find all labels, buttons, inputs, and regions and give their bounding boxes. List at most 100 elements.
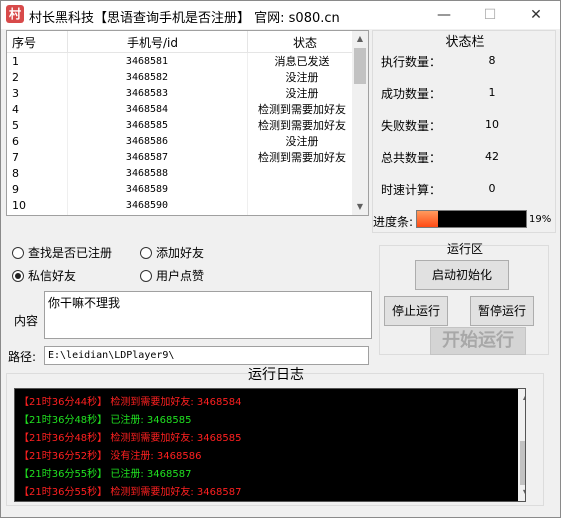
log-scrollbar[interactable]: ▲ ▼ xyxy=(518,389,525,501)
cell-status: 检测到需要加好友 xyxy=(258,119,346,132)
cell-id: 3468587 xyxy=(125,152,169,163)
option-label: 私信好友 xyxy=(28,269,77,283)
window-title: 村长黑科技【思语查询手机是否注册】 官网: s080.cn xyxy=(29,11,340,26)
scroll-thumb[interactable] xyxy=(520,441,525,485)
radio-checked-icon[interactable] xyxy=(12,270,24,282)
cell-status: 检测到需要加好友 xyxy=(258,151,346,164)
cell-id: 3468581 xyxy=(125,56,169,67)
stop-button[interactable]: 停止运行 xyxy=(384,296,448,326)
failure-count-label: 失败数量： xyxy=(381,119,442,133)
table-row[interactable]: 5 3468585 检测到需要加好友 xyxy=(7,118,353,134)
speed-label: 时速计算： xyxy=(381,183,442,197)
option-label: 添加好友 xyxy=(156,246,205,260)
table-row[interactable]: 10 3468590 xyxy=(7,198,353,214)
progress-fill xyxy=(417,211,438,227)
success-count-value: 1 xyxy=(488,86,496,99)
scroll-thumb[interactable] xyxy=(354,48,366,84)
cell-index: 5 xyxy=(12,119,19,132)
log-line: 【21时36分48秒】 已注册: 3468585 xyxy=(19,415,192,426)
executed-count-label: 执行数量： xyxy=(381,55,442,69)
cell-index: 6 xyxy=(12,135,19,148)
scroll-up-icon[interactable]: ▲ xyxy=(352,31,368,47)
cell-index: 2 xyxy=(12,71,19,84)
cell-index: 9 xyxy=(12,183,19,196)
maximize-button[interactable]: ☐ xyxy=(467,1,513,29)
log-line: 【21时36分55秒】 已注册: 3468587 xyxy=(19,469,192,480)
pause-button[interactable]: 暂停运行 xyxy=(470,296,534,326)
close-button[interactable]: ✕ xyxy=(513,1,559,29)
table-scrollbar[interactable]: ▲ ▼ xyxy=(352,31,368,215)
option-label: 用户点赞 xyxy=(156,269,205,283)
progress-bar xyxy=(416,210,527,228)
table-header: 序号 手机号/id 状态 xyxy=(7,31,353,53)
log-line: 【21时36分44秒】 检测到需要加好友: 3468584 xyxy=(19,397,242,408)
run-panel-title: 运行区 xyxy=(446,242,483,256)
option-add-friend[interactable]: 添加好友 xyxy=(140,244,204,261)
cell-id: 3468586 xyxy=(125,136,169,147)
cell-index: 8 xyxy=(12,167,19,180)
cell-id: 3468585 xyxy=(125,120,169,131)
cell-id: 3468582 xyxy=(125,72,169,83)
option-like-user[interactable]: 用户点赞 xyxy=(140,267,204,284)
table-row[interactable]: 4 3468584 检测到需要加好友 xyxy=(7,102,353,118)
minimize-button[interactable]: — xyxy=(421,1,467,29)
table-row[interactable]: 3 3468583 没注册 xyxy=(7,86,353,102)
table-body: 1 3468581 消息已发送 2 3468582 没注册 3 3468583 没注册 43… xyxy=(7,54,353,214)
column-header-index[interactable]: 序号 xyxy=(12,34,36,51)
scroll-down-icon[interactable]: ▼ xyxy=(352,199,368,215)
log-line: 【21时36分52秒】 没有注册: 3468586 xyxy=(19,451,202,462)
cell-status: 没注册 xyxy=(285,71,319,84)
option-label: 查找是否已注册 xyxy=(28,246,113,260)
cell-index: 1 xyxy=(12,55,19,68)
cell-id: 3468588 xyxy=(125,168,169,179)
cell-status: 没注册 xyxy=(285,87,319,100)
init-button[interactable]: 启动初始化 xyxy=(415,260,509,290)
cell-id: 3468584 xyxy=(125,104,169,115)
table-row[interactable]: 1 3468581 消息已发送 xyxy=(7,54,353,70)
log-line: 【21时36分48秒】 检测到需要加好友: 3468585 xyxy=(19,433,242,444)
failure-count-value: 10 xyxy=(485,118,499,131)
table-row[interactable]: 6 3468586 没注册 xyxy=(7,134,353,150)
cell-status: 检测到需要加好友 xyxy=(258,103,346,116)
message-content-input[interactable]: 你干嘛不理我 xyxy=(44,291,372,339)
scroll-down-icon[interactable]: ▼ xyxy=(518,485,525,501)
log-panel: 运行日志 【21时36分44秒】 检测到需要加好友: 3468584 【21时3… xyxy=(6,367,544,506)
content-label: 内容 xyxy=(14,314,39,328)
cell-status: 没注册 xyxy=(285,135,319,148)
option-dm-friend[interactable]: 私信好友 xyxy=(12,267,76,284)
option-check-registered[interactable]: 查找是否已注册 xyxy=(12,244,112,261)
table-row[interactable]: 2 3468582 没注册 xyxy=(7,70,353,86)
cell-index: 7 xyxy=(12,151,19,164)
path-label: 路径: xyxy=(8,350,37,364)
table-row[interactable]: 8 3468588 xyxy=(7,166,353,182)
run-panel: 运行区 启动初始化 停止运行 暂停运行 开始运行 xyxy=(379,242,549,355)
path-input[interactable]: E:\leidian\LDPlayer9\ xyxy=(44,346,369,365)
column-divider[interactable] xyxy=(247,31,248,53)
radio-unchecked-icon[interactable] xyxy=(140,247,152,259)
radio-unchecked-icon[interactable] xyxy=(140,270,152,282)
main-window: 村 村长黑科技【思语查询手机是否注册】 官网: s080.cn — ☐ ✕ 序号… xyxy=(0,0,561,518)
table-row[interactable]: 9 3468589 xyxy=(7,182,353,198)
cell-id: 3468589 xyxy=(125,184,169,195)
executed-count-value: 8 xyxy=(488,54,496,67)
app-logo-icon: 村 xyxy=(6,5,24,23)
total-count-label: 总共数量： xyxy=(381,151,442,165)
log-line: 【21时36分55秒】 检测到需要加好友: 3468587 xyxy=(19,487,242,498)
radio-unchecked-icon[interactable] xyxy=(12,247,24,259)
start-button[interactable]: 开始运行 xyxy=(430,327,526,355)
cell-id: 3468583 xyxy=(125,88,169,99)
results-table[interactable]: 序号 手机号/id 状态 1 3468581 消息已发送 2 3468582 没注册 3… xyxy=(6,30,369,216)
cell-id: 3468590 xyxy=(125,200,169,211)
column-header-status[interactable]: 状态 xyxy=(293,34,317,51)
title-bar[interactable]: 村 村长黑科技【思语查询手机是否注册】 官网: s080.cn — ☐ ✕ xyxy=(1,1,560,29)
log-panel-title: 运行日志 xyxy=(248,367,304,383)
cell-index: 3 xyxy=(12,87,19,100)
log-output[interactable]: 【21时36分44秒】 检测到需要加好友: 3468584 【21时36分48秒… xyxy=(14,388,526,502)
cell-status: 消息已发送 xyxy=(274,55,330,68)
speed-value: 0 xyxy=(488,182,496,195)
scroll-up-icon[interactable]: ▲ xyxy=(518,389,525,405)
column-header-id[interactable]: 手机号/id xyxy=(127,34,178,51)
column-divider[interactable] xyxy=(67,31,68,53)
status-panel-title: 状态栏 xyxy=(445,35,485,50)
table-row[interactable]: 7 3468587 检测到需要加好友 xyxy=(7,150,353,166)
